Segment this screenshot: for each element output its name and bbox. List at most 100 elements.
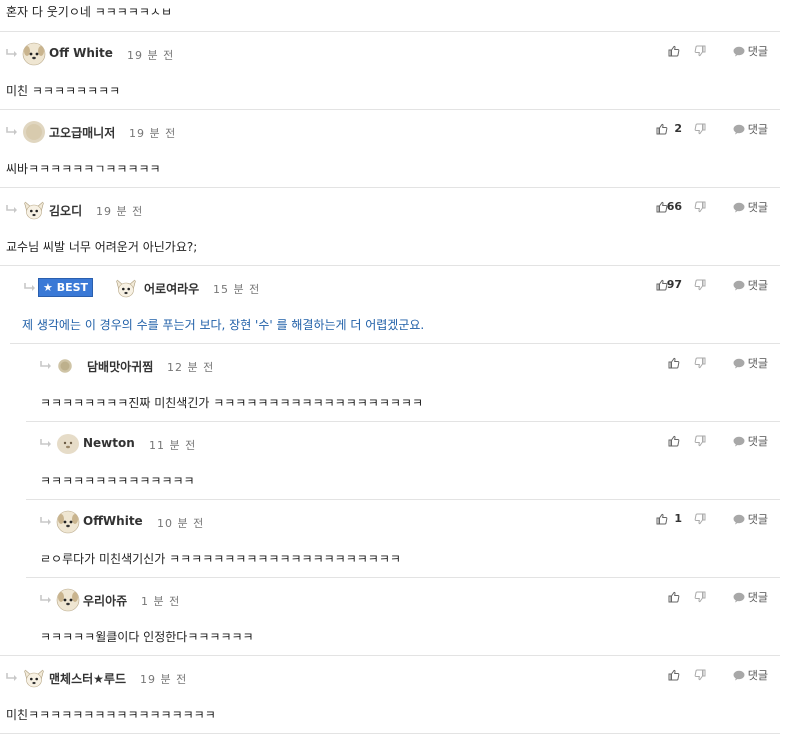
comment-author[interactable]: Off White [49,46,113,60]
reply-button[interactable]: 댓글 [733,590,768,604]
comment-author[interactable]: 맨체스터★루드 [49,670,126,687]
dislike-icon[interactable] [694,434,706,448]
reply-label: 댓글 [747,591,768,604]
like-count: 2 [674,122,682,135]
comment-author[interactable]: 우리아쥬 [83,592,127,609]
comment-actions: 97 댓글 [648,278,768,292]
user-avatar[interactable] [22,666,46,690]
reply-button[interactable]: 댓글 [733,434,768,448]
comment-item: Newton 11 분 전 댓글 ㅋㅋㅋㅋㅋㅋㅋㅋㅋㅋㅋㅋㅋㅋ [0,422,780,500]
like-icon[interactable] [668,356,680,370]
comment-text: 교수님 씨발 너무 어려운거 아닌가요?; [6,240,198,254]
comment-author[interactable]: 김오디 [49,202,82,219]
divider [0,187,780,188]
user-avatar[interactable] [22,42,46,66]
comment-time: 15 분 전 [213,283,261,296]
reply-label: 댓글 [747,357,768,370]
divider [26,421,780,422]
dislike-icon[interactable] [694,668,706,682]
divider [10,343,780,344]
user-avatar[interactable] [22,198,46,222]
like-icon[interactable] [656,122,668,136]
comment-actions: 댓글 [648,434,768,448]
like-count: 1 [674,512,682,525]
dislike-icon[interactable] [694,590,706,604]
comment-author[interactable]: 담배맛아귀찜 [87,358,153,375]
comment-time: 19 분 전 [140,673,188,686]
reply-button[interactable]: 댓글 [733,122,768,136]
divider [0,265,780,266]
reply-arrow-icon [6,127,18,136]
comment-author[interactable]: Newton [83,436,135,450]
reply-button[interactable]: 댓글 [733,668,768,682]
reply-button[interactable]: 댓글 [733,512,768,526]
reply-label: 댓글 [747,45,768,58]
dislike-icon[interactable] [694,122,706,136]
reply-label: 댓글 [747,435,768,448]
user-avatar[interactable] [22,120,46,144]
comment-actions: 댓글 [648,590,768,604]
divider [26,499,780,500]
dislike-icon[interactable] [694,200,706,214]
comment-item: 우리아쥬 1 분 전 댓글 ㅋㅋㅋㅋㅋ윌클이다 인정한다ㅋㅋㅋㅋㅋㅋ [0,578,780,656]
reply-arrow-icon [6,205,18,214]
comment-text: 미친ㅋㅋㅋㅋㅋㅋㅋㅋㅋㅋㅋㅋㅋㅋㅋㅋㅋ [6,708,216,722]
reply-button[interactable]: 댓글 [733,356,768,370]
divider [0,109,780,110]
comment-text: ㄹㅇ루다가 미친색기신가 ㅋㅋㅋㅋㅋㅋㅋㅋㅋㅋㅋㅋㅋㅋㅋㅋㅋㅋㅋㅋㅋ [40,552,401,566]
comment-author[interactable]: 고오급매니저 [49,124,115,141]
reply-label: 댓글 [747,669,768,682]
reply-arrow-icon [6,49,18,58]
comment-text: 제 생각에는 이 경우의 수를 푸는거 보다, 장현 '수' 를 해결하는게 더… [22,318,425,332]
comment-actions: 1 댓글 [648,512,768,526]
comment-text: 씨바ㅋㅋㅋㅋㅋㅋㄱㅋㅋㅋㅋㅋ [6,162,161,176]
comment-actions: 댓글 [648,44,768,58]
like-icon[interactable] [668,590,680,604]
comment-author[interactable]: OffWhite [83,514,143,528]
comment-text: ㅋㅋㅋㅋㅋ윌클이다 인정한다ㅋㅋㅋㅋㅋㅋ [40,630,254,644]
top-comment-text: 혼자 다 웃기ㅇ네 ㅋㅋㅋㅋㅋㅅㅂ [6,5,173,19]
dislike-icon[interactable] [694,512,706,526]
like-count: 66 [666,200,682,213]
comment-actions: 66 댓글 [648,200,768,214]
comment-item: 김오디 19 분 전 66 댓글교수님 씨발 너무 어려운거 아닌가요?; [0,188,780,266]
dislike-icon[interactable] [694,356,706,370]
like-icon[interactable] [668,44,680,58]
like-icon[interactable] [668,668,680,682]
like-icon[interactable] [668,434,680,448]
reply-arrow-icon [40,361,52,370]
dislike-icon[interactable] [694,44,706,58]
like-icon[interactable] [656,512,668,526]
comment-time: 12 분 전 [167,361,215,374]
comment-item: OffWhite 10 분 전 1 댓글 ㄹㅇ루다가 미친색기신가 ㅋㅋㅋㅋㅋㅋㅋㅋㅋㅋ… [0,500,780,578]
comment-item: Off White 19 분 전 댓글미친 ㅋㅋㅋㅋㅋㅋㅋㅋ [0,32,780,110]
dislike-icon[interactable] [694,278,706,292]
like-count: 97 [666,278,682,291]
user-avatar[interactable] [56,432,80,456]
reply-button[interactable]: 댓글 [733,44,768,58]
reply-button[interactable]: 댓글 [733,200,768,214]
divider [26,577,780,578]
user-avatar[interactable] [56,588,80,612]
reply-label: 댓글 [747,201,768,214]
comment-actions: 댓글 [648,356,768,370]
reply-arrow-icon [40,517,52,526]
user-avatar[interactable] [114,276,138,300]
reply-arrow-icon [40,595,52,604]
user-avatar[interactable] [56,357,74,375]
comment-time: 19 분 전 [127,49,175,62]
reply-label: 댓글 [747,513,768,526]
user-avatar[interactable] [56,510,80,534]
comment-author[interactable]: 어로여라우 [144,280,199,297]
comment-time: 19 분 전 [96,205,144,218]
best-badge: ★ BEST [38,278,94,297]
comment-text: 미친 ㅋㅋㅋㅋㅋㅋㅋㅋ [6,84,121,98]
comment-item: ★ BEST 어로여라우 15 분 전 97 댓글제 생각에는 이 경우의 수를 푸는거… [0,266,780,344]
comment-item: 맨체스터★루드 19 분 전 댓글미친ㅋㅋㅋㅋㅋㅋㅋㅋㅋㅋㅋㅋㅋㅋㅋㅋㅋ [0,656,780,734]
comment-time: 11 분 전 [149,439,197,452]
comment-time: 19 분 전 [129,127,177,140]
reply-label: 댓글 [747,279,768,292]
divider [0,733,780,734]
comment-actions: 2 댓글 [648,122,768,136]
reply-button[interactable]: 댓글 [733,278,768,292]
